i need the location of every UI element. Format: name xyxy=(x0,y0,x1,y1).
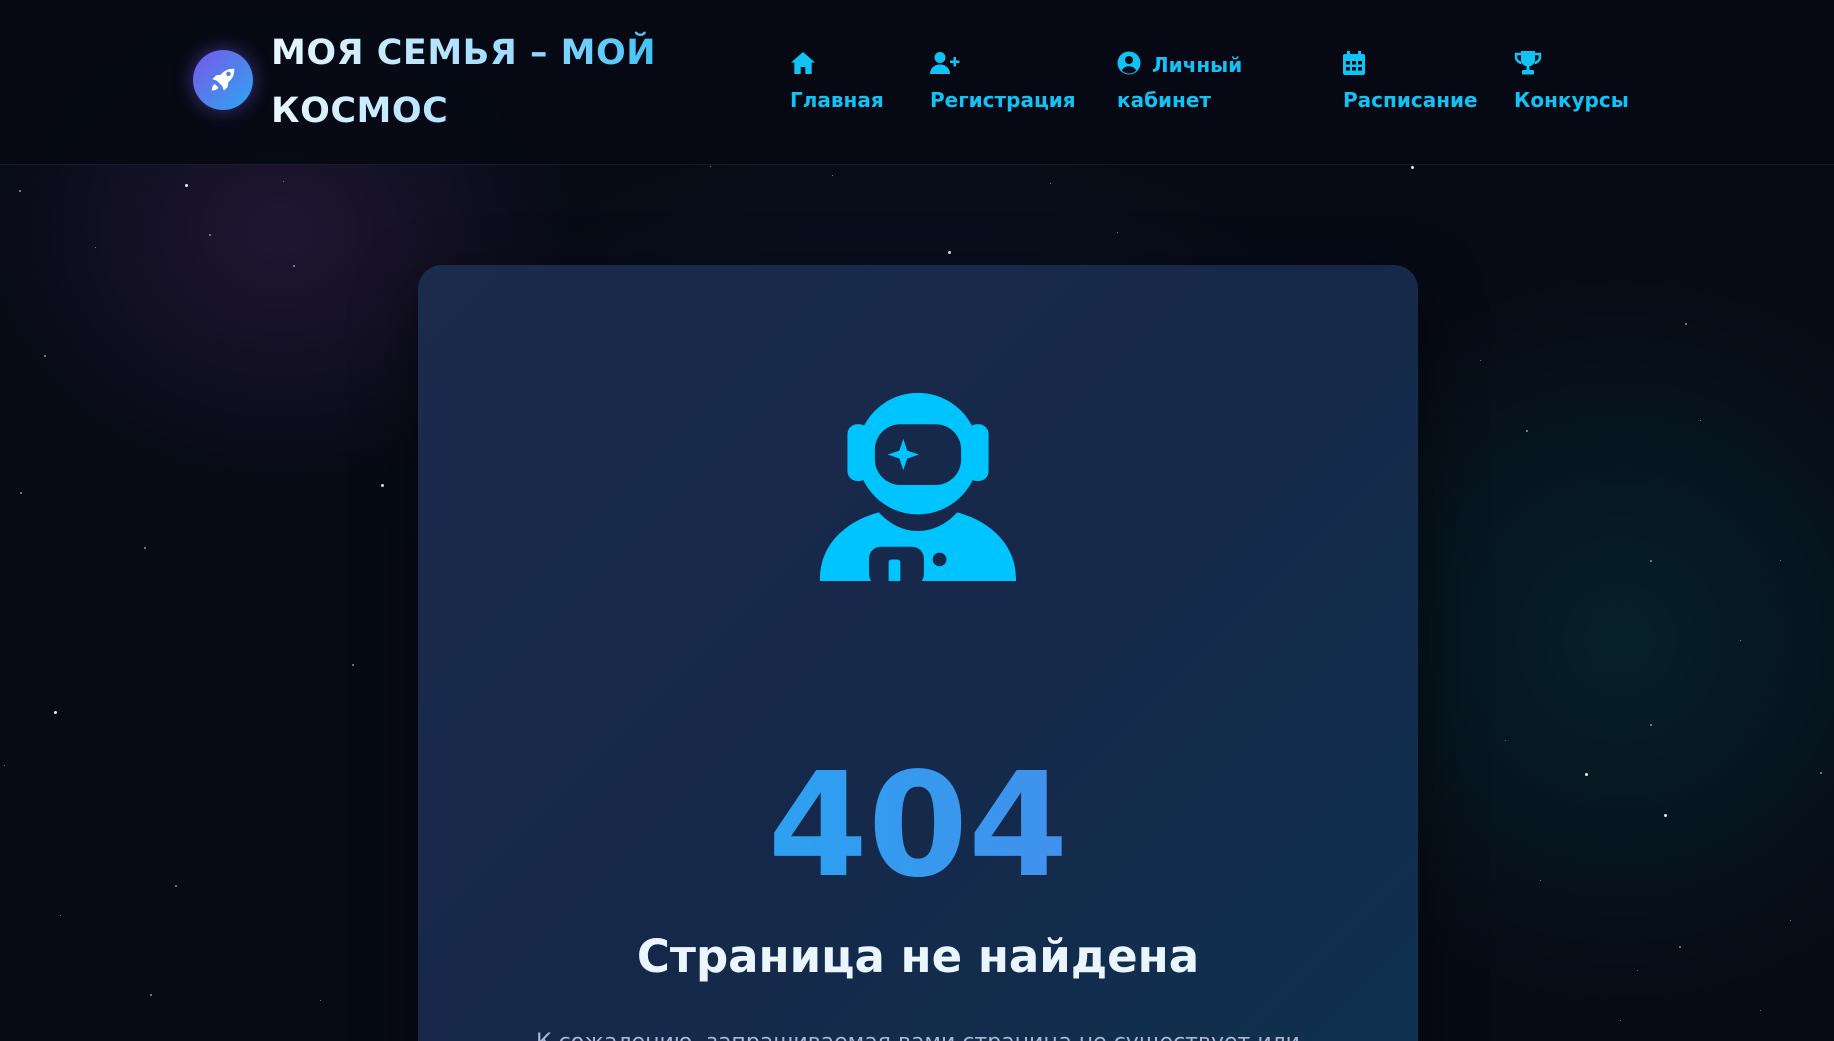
calendar-icon xyxy=(1343,51,1365,75)
star xyxy=(1650,560,1652,562)
star xyxy=(20,492,22,494)
nav-schedule[interactable]: Расписание xyxy=(1343,48,1478,118)
astronaut-icon xyxy=(820,392,1016,581)
star xyxy=(1637,970,1638,971)
star xyxy=(19,190,21,192)
trophy-icon xyxy=(1514,51,1542,75)
error-card: 404 Страница не найдена К сожалению, зап… xyxy=(418,265,1418,1041)
nav-contests-label: Конкурсы xyxy=(1514,88,1629,112)
star xyxy=(710,166,711,167)
star xyxy=(54,711,57,714)
logo-button[interactable] xyxy=(193,50,253,110)
error-description: К сожалению, запрашиваемая вами страница… xyxy=(518,1027,1318,1041)
star xyxy=(1585,773,1588,776)
star xyxy=(283,181,284,182)
site-brand[interactable]: МОЯ СЕМЬЯ – МОЙ КОСМОС xyxy=(271,24,671,140)
star xyxy=(1480,360,1481,361)
star xyxy=(381,484,384,487)
star xyxy=(1411,166,1414,169)
star xyxy=(1526,430,1528,432)
star xyxy=(95,247,96,248)
star xyxy=(209,234,211,236)
nav-contests[interactable]: Конкурсы xyxy=(1514,48,1629,118)
error-code: 404 xyxy=(418,745,1418,905)
star xyxy=(1679,946,1681,948)
star xyxy=(144,547,146,549)
star xyxy=(1790,920,1791,921)
star xyxy=(1664,814,1667,817)
star xyxy=(1540,880,1541,881)
star xyxy=(150,994,152,996)
nav-registration[interactable]: Регистрация xyxy=(930,48,1076,118)
star xyxy=(1700,420,1701,421)
star xyxy=(1685,323,1687,325)
star xyxy=(175,885,177,887)
star xyxy=(44,355,46,357)
star xyxy=(1740,640,1741,641)
star xyxy=(948,251,951,254)
star xyxy=(60,915,61,916)
star xyxy=(1620,1020,1621,1021)
nav-home-label: Главная xyxy=(790,88,884,112)
star xyxy=(352,664,354,666)
nav-schedule-label: Расписание xyxy=(1343,88,1478,112)
user-circle-icon xyxy=(1117,51,1141,75)
star xyxy=(4,765,5,766)
star xyxy=(1760,1010,1761,1011)
nav-home[interactable]: Главная xyxy=(790,48,884,118)
home-icon xyxy=(791,52,815,74)
nav-registration-label: Регистрация xyxy=(930,88,1076,112)
star xyxy=(1117,232,1118,233)
star xyxy=(1505,740,1506,741)
star xyxy=(1050,183,1051,184)
star xyxy=(1650,724,1652,726)
star xyxy=(185,184,188,187)
star xyxy=(1820,772,1822,774)
site-header: МОЯ СЕМЬЯ – МОЙ КОСМОС Главная Регистрац… xyxy=(0,0,1834,165)
nav-account[interactable]: Личный кабинет xyxy=(1117,48,1277,118)
star xyxy=(320,1000,321,1001)
star xyxy=(293,265,295,267)
error-title: Страница не найдена xyxy=(636,930,1200,983)
star xyxy=(832,175,833,176)
star xyxy=(1780,560,1781,561)
user-plus-icon xyxy=(930,52,960,74)
rocket-icon xyxy=(211,68,235,91)
